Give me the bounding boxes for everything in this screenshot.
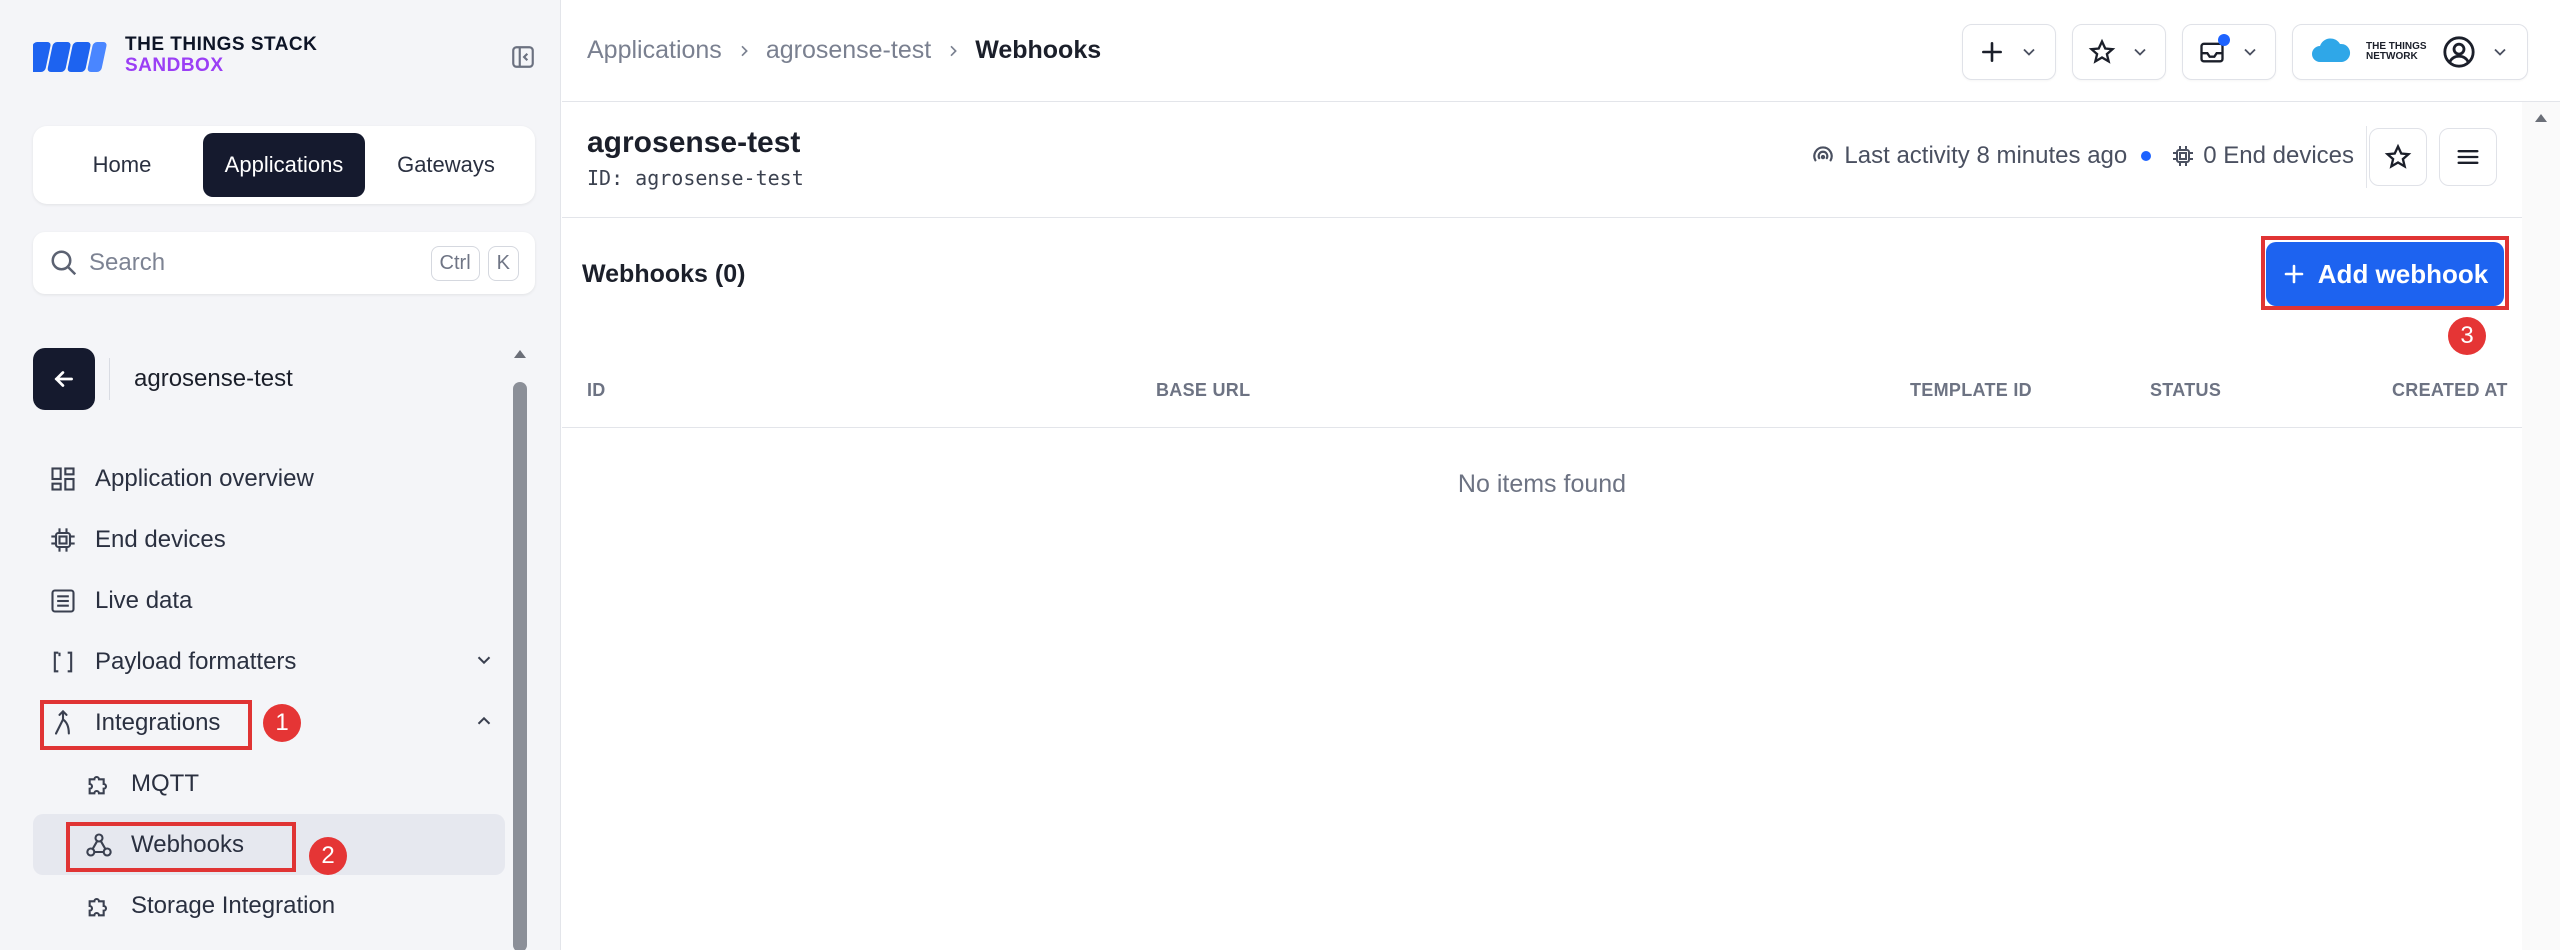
webhooks-table-header: ID BASE URL TEMPLATE ID STATUS CREATED A… — [562, 356, 2522, 428]
sidebar-item-mqtt[interactable]: MQTT — [33, 753, 505, 814]
arrow-left-icon — [54, 371, 73, 387]
app-id: ID: agrosense-test — [587, 166, 804, 190]
sidebar-item-application-overview[interactable]: Application overview — [33, 448, 505, 509]
chevron-down-icon — [2244, 48, 2256, 56]
annotation-box-webhooks — [66, 822, 296, 872]
last-activity: Last activity 8 minutes ago — [1844, 142, 2128, 169]
sidebar-item-label: Storage Integration — [131, 891, 336, 919]
search-input[interactable]: Search Ctrl K — [33, 232, 535, 294]
chevron-down-icon — [477, 656, 491, 665]
column-header-status[interactable]: STATUS — [2150, 380, 2221, 401]
chevron-right-icon — [741, 45, 748, 56]
chevron-down-icon — [2134, 48, 2146, 56]
scroll-up-arrow-icon[interactable] — [2522, 102, 2560, 142]
app-menu-button[interactable] — [2439, 128, 2497, 186]
divider — [109, 358, 110, 400]
star-icon — [2384, 143, 2412, 169]
chevron-right-icon — [950, 45, 958, 56]
annotation-badge-1: 1 — [263, 704, 301, 742]
chevron-down-icon — [2494, 48, 2506, 56]
shortcut-ctrl: Ctrl — [430, 245, 480, 281]
top-bar: Applications agrosense-test Webhooks THE… — [562, 0, 2560, 102]
logo[interactable]: THE THINGS STACK SANDBOX — [33, 34, 317, 78]
webhooks-title: Webhooks (0) — [582, 260, 746, 288]
sidebar-item-label: Live data — [95, 586, 193, 614]
app-stats: Last activity 8 minutes ago 0 End device… — [1810, 142, 2354, 170]
app-id-label: ID: — [587, 166, 624, 190]
breadcrumb: Applications agrosense-test Webhooks — [587, 36, 1101, 65]
current-app-name: agrosense-test — [134, 365, 293, 392]
back-button[interactable] — [33, 348, 95, 410]
breadcrumb-current: Webhooks — [975, 36, 1102, 64]
sidebar-item-end-devices[interactable]: End devices — [33, 509, 505, 570]
column-header-base-url[interactable]: BASE URL — [1156, 380, 1250, 401]
hamburger-menu-icon — [2457, 150, 2479, 164]
chevron-up-icon — [477, 716, 491, 725]
main-nav-switch: Home Applications Gateways — [33, 126, 535, 204]
sidebar: THE THINGS STACK SANDBOX Home Applicatio… — [0, 0, 561, 950]
annotation-box-integrations — [40, 700, 252, 750]
network-logo-text: THE THINGS NETWORK — [2366, 40, 2427, 62]
breadcrumb-applications[interactable]: Applications — [587, 36, 722, 65]
chip-icon — [47, 524, 79, 556]
app-header: agrosense-test ID: agrosense-test Last a… — [562, 102, 2522, 218]
add-menu-button[interactable] — [1962, 24, 2056, 80]
notifications-button[interactable] — [2182, 24, 2276, 80]
sidebar-collapse-icon — [512, 46, 534, 68]
chevron-down-icon — [2023, 48, 2035, 56]
logo-line2: SANDBOX — [125, 55, 224, 76]
profile-menu-button[interactable]: THE THINGS NETWORK — [2292, 24, 2528, 80]
scroll-thumb[interactable] — [513, 382, 527, 950]
sidebar-item-live-data[interactable]: Live data — [33, 570, 505, 631]
chip-icon — [2173, 146, 2194, 166]
list-icon — [47, 585, 79, 617]
app-id-value[interactable]: agrosense-test — [635, 166, 804, 190]
column-header-id[interactable]: ID — [587, 380, 606, 401]
bookmarks-button[interactable] — [2072, 24, 2166, 80]
overview-grid-icon — [47, 463, 79, 495]
annotation-badge-2: 2 — [309, 837, 347, 875]
sidebar-item-label: Application overview — [95, 464, 314, 492]
plus-icon — [1982, 42, 2002, 62]
main-content: agrosense-test ID: agrosense-test Last a… — [562, 102, 2522, 950]
sidebar-scrollbar[interactable] — [511, 348, 529, 950]
activity-signal-icon — [1813, 146, 1834, 162]
sidebar-item-storage-integration[interactable]: Storage Integration — [33, 875, 505, 936]
puzzle-icon — [83, 890, 115, 922]
nav-tab-gateways[interactable]: Gateways — [365, 133, 527, 197]
page-title: agrosense-test — [587, 126, 801, 159]
header-divider — [2366, 126, 2367, 188]
puzzle-icon — [83, 768, 115, 800]
sidebar-item-label: End devices — [95, 525, 226, 553]
search-placeholder: Search — [89, 249, 166, 276]
annotation-box-add-webhook — [2261, 236, 2509, 310]
search-icon — [51, 250, 77, 276]
cloud-icon — [2312, 38, 2351, 62]
annotation-badge-3: 3 — [2448, 317, 2486, 355]
sidebar-item-label: Payload formatters — [95, 647, 297, 675]
page-scrollbar[interactable] — [2522, 102, 2560, 950]
end-devices-count[interactable]: 0 End devices — [2203, 142, 2354, 170]
scroll-up-arrow-icon[interactable] — [511, 348, 529, 366]
empty-state: No items found — [1457, 470, 1627, 498]
nav-tab-applications[interactable]: Applications — [203, 133, 365, 197]
user-circle-icon — [2443, 36, 2475, 68]
sidebar-item-payload-formatters[interactable]: Payload formatters — [33, 631, 505, 692]
current-app-row: agrosense-test — [33, 348, 293, 410]
code-brackets-icon — [47, 646, 79, 678]
tts-logo-icon — [33, 42, 107, 72]
breadcrumb-app[interactable]: agrosense-test — [766, 36, 931, 65]
activity-dot — [2141, 151, 2152, 161]
collapse-sidebar-button[interactable] — [506, 40, 540, 74]
bookmark-app-button[interactable] — [2369, 128, 2427, 186]
notification-dot — [2218, 34, 2230, 46]
column-header-template-id[interactable]: TEMPLATE ID — [1910, 380, 2032, 401]
column-header-created-at[interactable]: CREATED AT — [2392, 380, 2508, 401]
sidebar-item-label: MQTT — [131, 769, 199, 797]
logo-line1: THE THINGS STACK — [125, 34, 318, 56]
star-icon — [2088, 38, 2116, 64]
nav-tab-home[interactable]: Home — [41, 133, 203, 197]
shortcut-k: K — [487, 245, 519, 281]
